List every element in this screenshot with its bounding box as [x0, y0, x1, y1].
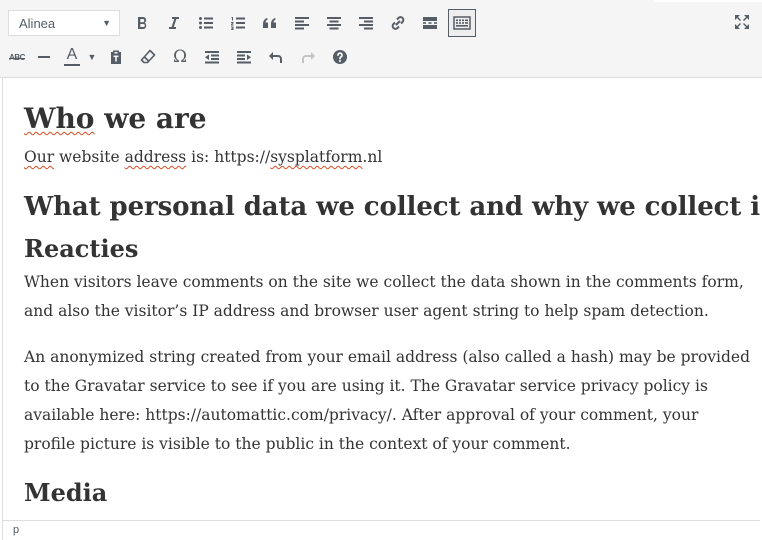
- text-color-icon: A: [66, 46, 78, 63]
- italic-icon: [166, 15, 182, 31]
- undo-button[interactable]: [260, 42, 292, 72]
- strikethrough-icon: ABC: [9, 53, 25, 62]
- link-icon: [390, 15, 406, 31]
- editor-statusbar: p: [2, 520, 760, 540]
- keyboard-icon: [453, 15, 471, 31]
- paste-as-text-button[interactable]: [100, 42, 132, 72]
- fullscreen-button[interactable]: [728, 8, 756, 36]
- align-left-button[interactable]: [286, 8, 318, 38]
- align-left-icon: [294, 15, 310, 31]
- horizontal-line-icon: [36, 49, 52, 65]
- paragraph-gravatar: An anonymized string created from your e…: [24, 348, 751, 453]
- toolbar-toggle-button[interactable]: [448, 9, 476, 37]
- heading-reacties: Reacties: [24, 234, 139, 263]
- paste-as-text-icon: [108, 49, 124, 65]
- numbered-list-button[interactable]: [222, 8, 254, 38]
- bold-icon: [134, 15, 150, 31]
- read-more-icon: [422, 15, 438, 31]
- heading-personal-data: What personal data we collect and why we…: [24, 192, 760, 222]
- element-path[interactable]: p: [13, 524, 19, 536]
- heading-text: we are: [104, 102, 207, 135]
- format-select-value: Alinea: [19, 15, 56, 31]
- align-right-icon: [358, 15, 374, 31]
- chevron-down-icon: ▼: [102, 18, 111, 28]
- help-button[interactable]: [324, 42, 356, 72]
- text-color-button[interactable]: A: [60, 42, 84, 72]
- redo-button[interactable]: [292, 42, 324, 72]
- clear-formatting-button[interactable]: [132, 42, 164, 72]
- indent-icon: [236, 49, 252, 65]
- outdent-button[interactable]: [196, 42, 228, 72]
- editor-toolbar: Alinea ▼ A ▼ Ω: [0, 0, 762, 78]
- paragraph-comments: When visitors leave comments on the site…: [24, 273, 744, 320]
- toolbar-row-2: ABC A ▼ Ω: [6, 42, 356, 72]
- chevron-down-icon: ▼: [87, 52, 97, 62]
- insert-link-button[interactable]: [382, 8, 414, 38]
- toolbar-row-1: Alinea ▼: [6, 8, 478, 38]
- bullet-list-icon: [198, 15, 214, 31]
- strikethrough-button[interactable]: ABC: [6, 42, 28, 72]
- eraser-icon: [140, 49, 156, 65]
- editor-content[interactable]: Who we are Our website address is: https…: [2, 78, 760, 520]
- spellcheck-word: Who: [24, 102, 95, 135]
- italic-button[interactable]: [158, 8, 190, 38]
- bold-button[interactable]: [126, 8, 158, 38]
- spellcheck-word: address: [124, 148, 187, 166]
- horizontal-line-button[interactable]: [28, 42, 60, 72]
- text-color-swatch: [64, 64, 80, 66]
- format-select[interactable]: Alinea ▼: [8, 10, 120, 36]
- paragraph-text: website: [54, 148, 125, 166]
- align-center-button[interactable]: [318, 8, 350, 38]
- heading-who-we-are: Who we are: [24, 102, 207, 135]
- blockquote-icon: [262, 15, 278, 31]
- blockquote-button[interactable]: [254, 8, 286, 38]
- read-more-button[interactable]: [414, 8, 446, 38]
- bullet-list-button[interactable]: [190, 8, 222, 38]
- special-character-button[interactable]: Ω: [164, 42, 196, 72]
- paragraph-text: is: https://: [186, 148, 271, 166]
- numbered-list-icon: [230, 15, 246, 31]
- indent-button[interactable]: [228, 42, 260, 72]
- undo-icon: [268, 49, 284, 65]
- toolbar-tab-edge: [654, 0, 762, 2]
- redo-icon: [300, 49, 316, 65]
- paragraph-website-address: Our website address is: https://sysplatf…: [24, 148, 382, 166]
- omega-icon: Ω: [172, 47, 188, 67]
- heading-media: Media: [24, 478, 108, 507]
- outdent-icon: [204, 49, 220, 65]
- spellcheck-word: sysplatform: [270, 148, 363, 166]
- spellcheck-word: Our: [24, 148, 55, 166]
- align-right-button[interactable]: [350, 8, 382, 38]
- text-color-dropdown[interactable]: ▼: [84, 42, 100, 72]
- align-center-icon: [326, 15, 342, 31]
- fullscreen-icon: [733, 13, 751, 31]
- help-icon: [332, 49, 348, 65]
- paragraph-text: .nl: [362, 148, 383, 166]
